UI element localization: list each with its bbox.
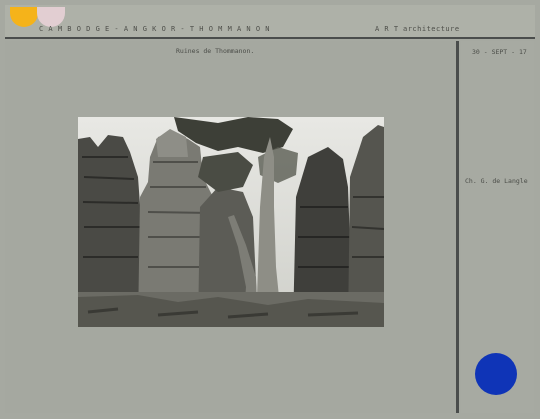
header-location: C A M B O D G E - A N G K O R - T H O M … bbox=[39, 25, 271, 33]
header-category: architecture bbox=[403, 25, 460, 33]
card-header: C A M B O D G E - A N G K O R - T H O M … bbox=[5, 5, 535, 39]
pink-marker bbox=[37, 7, 65, 27]
photo-caption: Ruines de Thommanon. bbox=[176, 47, 255, 55]
header-category-code: A R T bbox=[375, 25, 399, 33]
photo-illustration bbox=[78, 117, 384, 327]
yellow-marker bbox=[10, 7, 38, 27]
blue-marker bbox=[475, 353, 517, 395]
temple-photograph bbox=[78, 117, 384, 327]
date-label: 30 - SEPT - 17 bbox=[472, 48, 527, 56]
author-label: Ch. G. de Langle bbox=[465, 177, 528, 185]
